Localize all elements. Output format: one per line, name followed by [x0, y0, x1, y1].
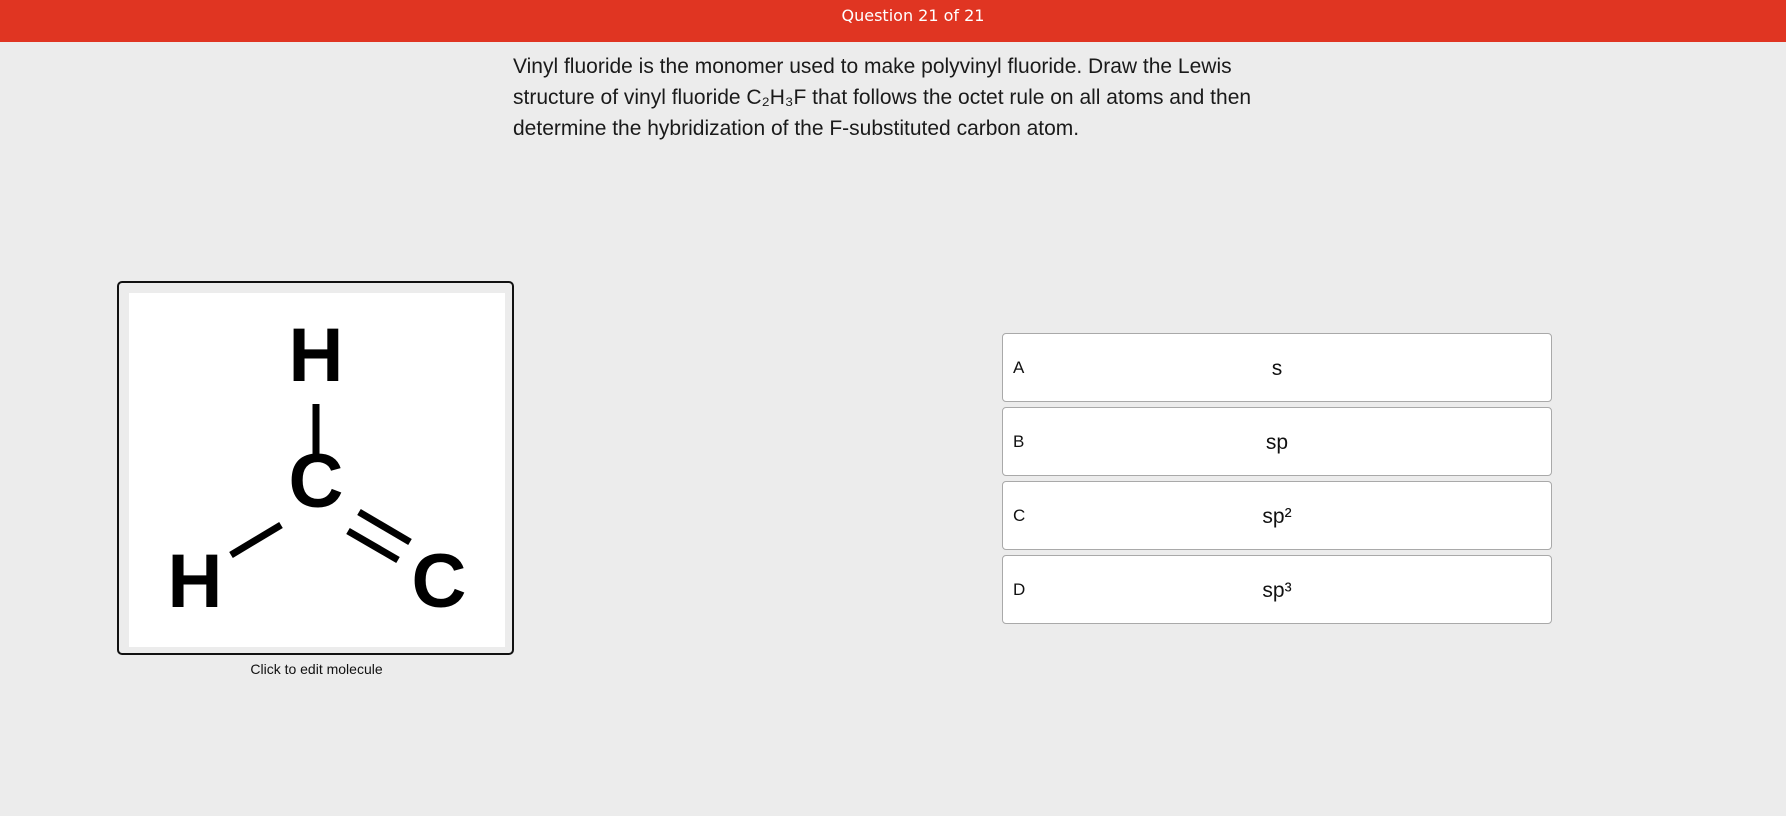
atom-center-c: C	[289, 439, 344, 524]
bond-left-h-c	[229, 521, 283, 559]
molecule-drawing: H C H C	[168, 313, 467, 624]
top-bar: Question 21 of 21	[0, 0, 1786, 42]
molecule-editor[interactable]: H C H C	[117, 281, 514, 655]
answer-choices: A s B sp C sp² D sp³	[1002, 333, 1552, 629]
edit-molecule-link[interactable]: Click to edit molecule	[117, 661, 516, 677]
choice-b[interactable]: B sp	[1002, 407, 1552, 476]
choice-answer: sp²	[1262, 505, 1292, 528]
atom-top-h: H	[289, 313, 344, 398]
bond-double-upper	[357, 508, 412, 546]
atom-right-c: C	[412, 539, 467, 624]
bond-double-lower	[346, 527, 400, 564]
choice-answer: s	[1271, 357, 1283, 380]
choice-answer: sp	[1265, 431, 1289, 454]
question-text: Vinyl fluoride is the monomer used to ma…	[513, 55, 1252, 140]
choice-a[interactable]: A s	[1002, 333, 1552, 402]
choice-c[interactable]: C sp²	[1002, 481, 1552, 550]
atom-left-h: H	[168, 539, 223, 624]
choice-d[interactable]: D sp³	[1002, 555, 1552, 624]
question-counter: Question 21 of 21	[841, 6, 985, 25]
molecule-canvas[interactable]: H C H C	[129, 293, 505, 647]
choice-answer: sp³	[1262, 579, 1292, 602]
